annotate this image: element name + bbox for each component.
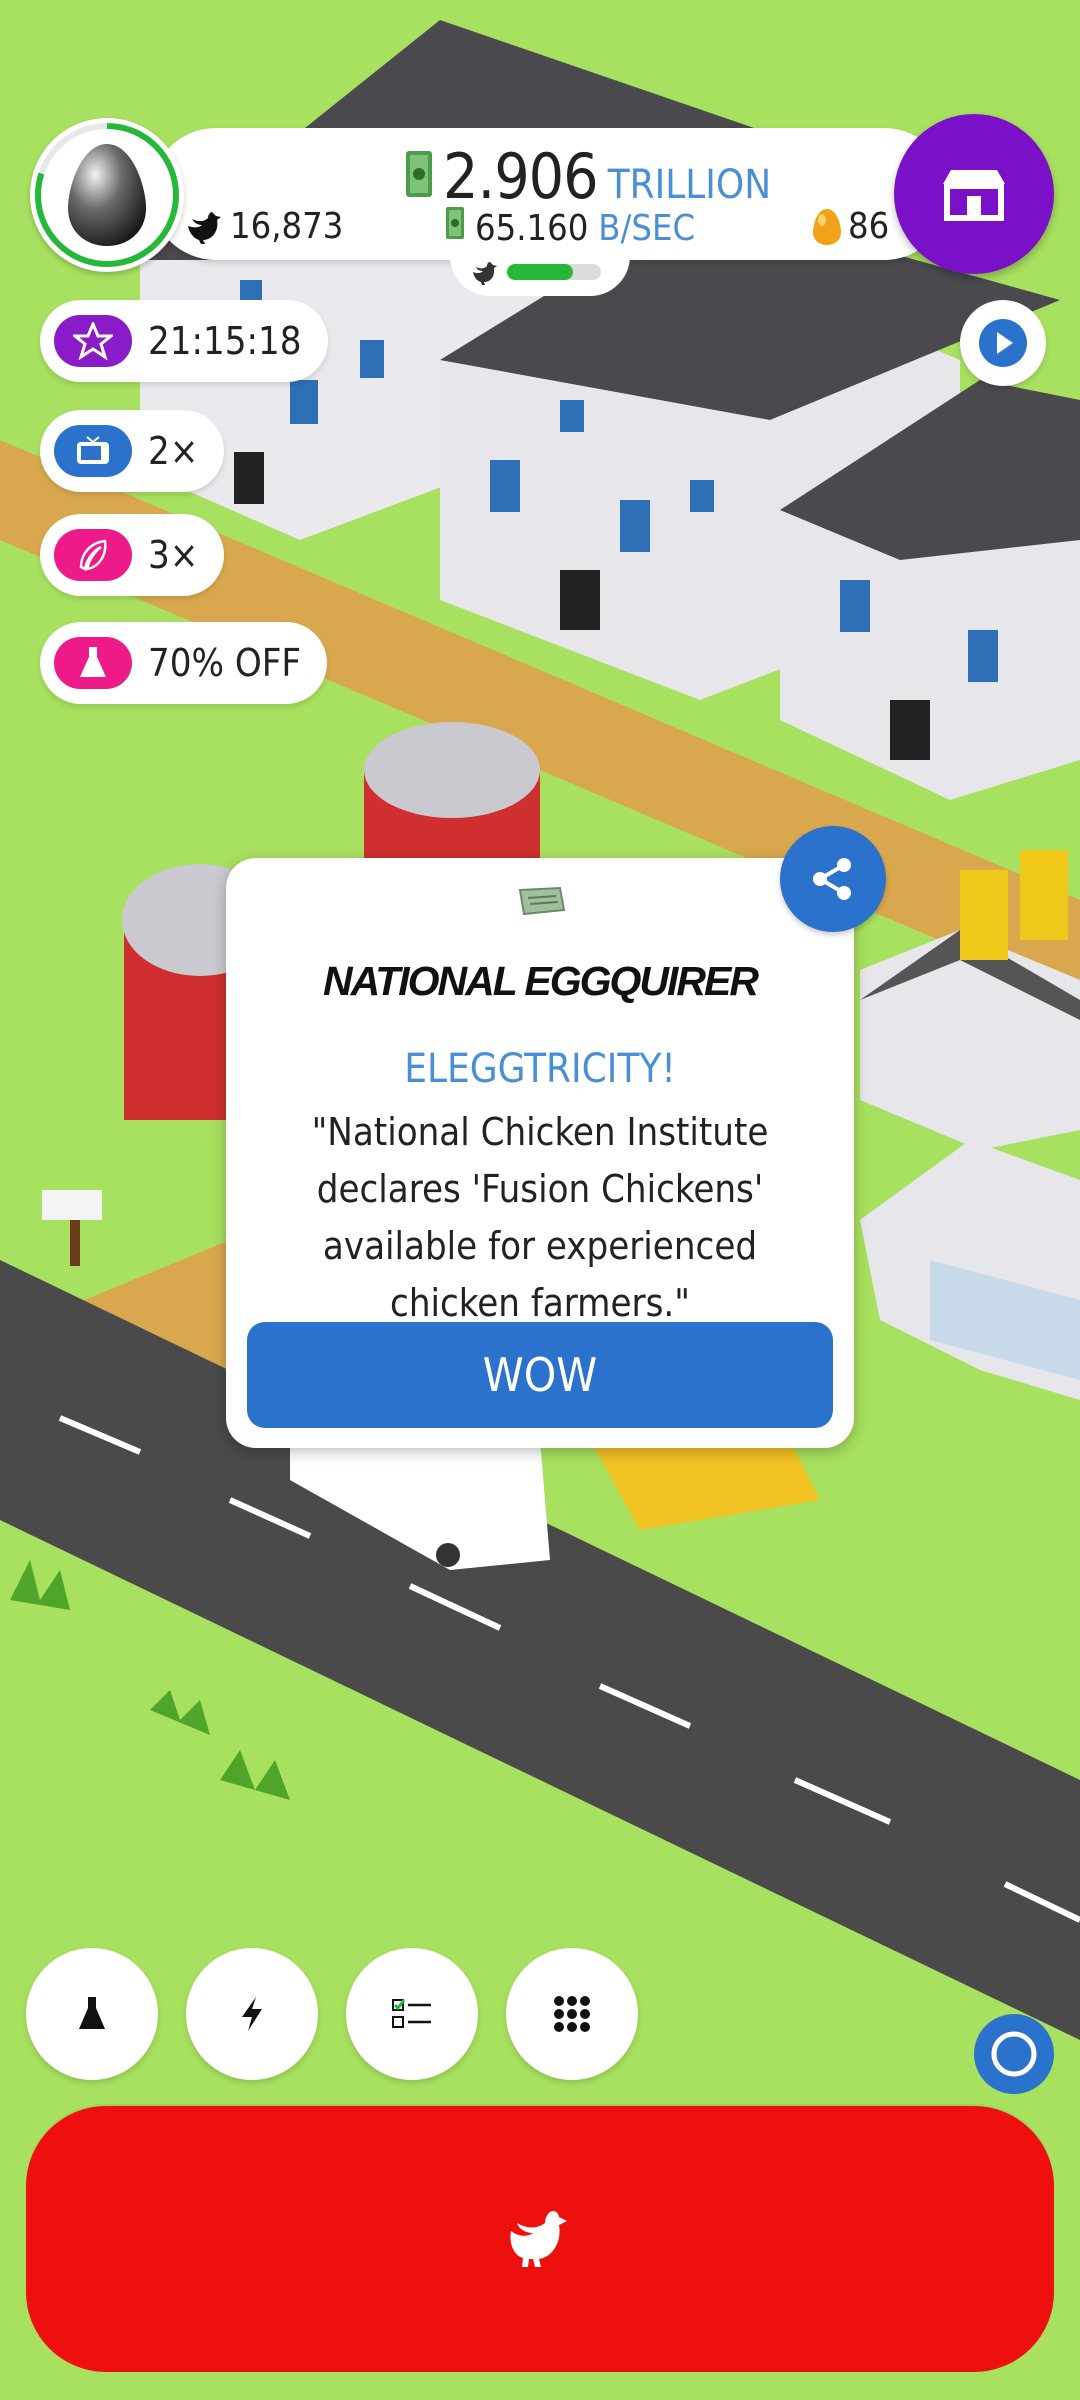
rate-unit: B/SEC — [598, 208, 696, 249]
menu-grid-icon — [554, 1996, 590, 2032]
video-multiplier-label: 2× — [148, 429, 199, 473]
egg-icon — [68, 144, 146, 246]
feather-icon — [54, 529, 132, 581]
boost-timer-pill[interactable]: 21:15:18 — [40, 300, 328, 382]
rate-value: 65.160 — [475, 208, 589, 249]
hatch-chicken-button[interactable] — [26, 2106, 1054, 2372]
money-value: 2.906 — [443, 140, 599, 213]
chicken-icon — [473, 262, 497, 285]
cash-icon — [446, 207, 464, 239]
flask-icon — [54, 637, 132, 689]
missions-icon — [392, 1999, 431, 2028]
circle-icon — [991, 2031, 1037, 2077]
tv-icon — [54, 425, 132, 477]
play-icon — [979, 319, 1027, 367]
golden-egg-count: 86 — [812, 206, 889, 247]
star-icon — [54, 315, 132, 367]
research-icon — [79, 1997, 105, 2029]
egg-upgrade-button[interactable] — [30, 118, 184, 272]
news-body: "National Chicken Institute declares 'Fu… — [311, 1110, 769, 1325]
boosts-button[interactable] — [186, 1948, 318, 2080]
feather-multiplier-label: 3× — [148, 533, 199, 577]
research-discount-pill[interactable]: 70% OFF — [40, 622, 328, 704]
shop-button[interactable] — [894, 114, 1054, 274]
boost-timer-label: 21:15:18 — [148, 319, 302, 363]
video-ad-button[interactable] — [960, 300, 1046, 386]
golden-egg-value: 86 — [848, 206, 890, 247]
newspaper-icon — [518, 886, 566, 916]
menu-button[interactable] — [506, 1948, 638, 2080]
research-button[interactable] — [26, 1948, 158, 2080]
share-button[interactable] — [780, 826, 886, 932]
news-publication: NATIONAL EGGQUIRER — [323, 958, 759, 1004]
boost-icon — [242, 1997, 262, 2031]
chicken-icon — [510, 2211, 567, 2267]
cash-icon — [406, 151, 432, 197]
hatchery-fill — [507, 264, 573, 280]
feather-multiplier-pill[interactable]: 3× — [40, 514, 225, 596]
chicken-icon — [188, 211, 221, 244]
money-display: 2.906 TRILLION — [405, 140, 772, 213]
chicken-count-value: 16,873 — [230, 206, 344, 247]
golden-egg-icon — [813, 208, 841, 245]
missions-button[interactable] — [346, 1948, 478, 2080]
wow-button[interactable]: WOW — [247, 1322, 833, 1428]
money-unit: TRILLION — [607, 162, 772, 208]
video-multiplier-pill[interactable]: 2× — [40, 410, 225, 492]
hatchery-capacity — [450, 252, 630, 296]
chicken-count: 16,873 — [186, 206, 343, 247]
store-icon — [943, 170, 1005, 221]
income-rate: 65.160 B/SEC — [445, 206, 695, 249]
research-discount-label: 70% OFF — [148, 641, 302, 685]
hatchery-track — [507, 264, 601, 280]
camera-mode-button[interactable] — [974, 2014, 1054, 2094]
news-headline: ELEGGTRICITY! — [404, 1046, 676, 1092]
share-icon — [813, 858, 851, 900]
